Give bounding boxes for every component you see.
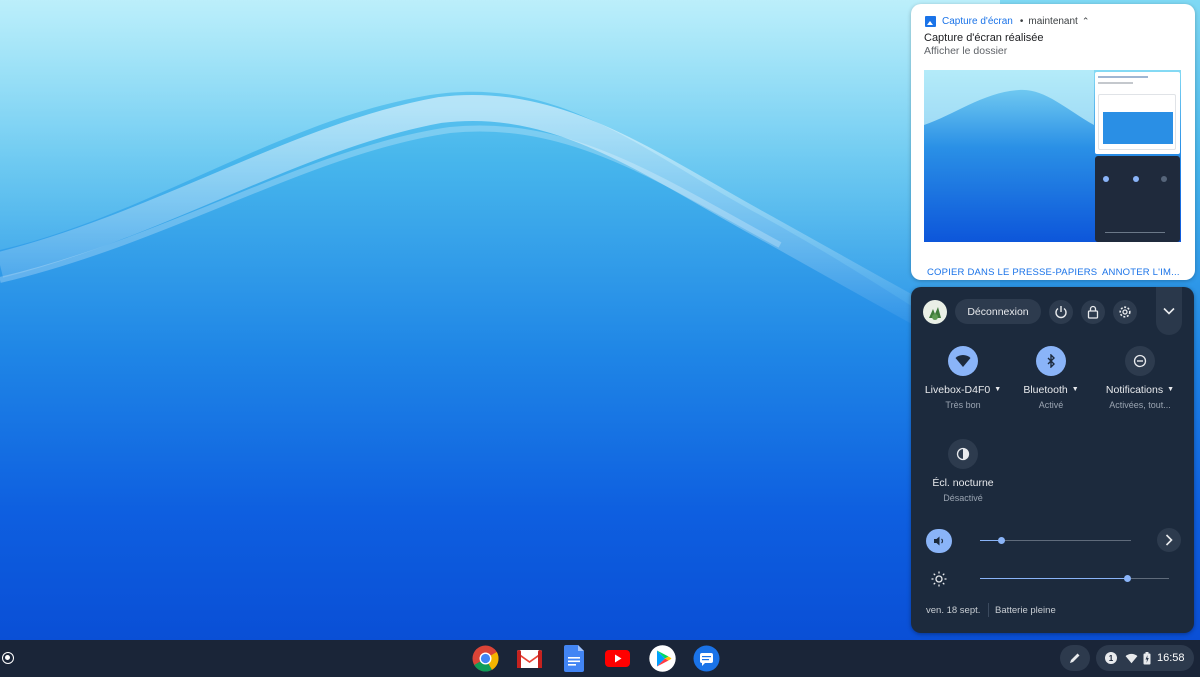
wifi-label[interactable]: Livebox-D4F0 ▼ xyxy=(913,384,1013,396)
notification-count-badge: 1 xyxy=(1105,652,1117,664)
status-tray[interactable]: 1 16:58 xyxy=(1096,645,1194,671)
notification-time: maintenant xyxy=(1028,16,1078,27)
do-not-disturb-icon xyxy=(1133,354,1147,368)
caret-down-icon: ▼ xyxy=(1167,386,1175,393)
night-light-label: Écl. nocturne xyxy=(932,477,994,489)
wifi-icon xyxy=(955,355,971,367)
bluetooth-name: Bluetooth xyxy=(1023,384,1068,396)
chrome-app-icon[interactable] xyxy=(472,645,499,672)
collapse-button[interactable] xyxy=(1156,287,1182,335)
night-light-tile[interactable]: Écl. nocturne Désactivé xyxy=(913,439,1013,503)
brightness-slider-handle[interactable] xyxy=(1124,575,1131,582)
night-light-toggle[interactable] xyxy=(948,439,978,469)
notifications-label[interactable]: Notifications ▼ xyxy=(1090,384,1190,396)
image-icon xyxy=(925,16,936,27)
caret-down-icon: ▼ xyxy=(1071,386,1079,393)
gear-icon xyxy=(1119,306,1131,318)
chevron-right-icon xyxy=(1165,534,1173,546)
bluetooth-tile[interactable]: Bluetooth ▼ Activé xyxy=(1001,346,1101,410)
docs-app-icon[interactable] xyxy=(560,645,587,672)
show-folder-link[interactable]: Afficher le dossier xyxy=(924,45,1007,57)
separator-dot: • xyxy=(1019,16,1024,27)
screenshot-thumbnail[interactable] xyxy=(924,70,1181,242)
bluetooth-icon xyxy=(1047,354,1055,368)
lock-icon xyxy=(1087,305,1099,319)
play-store-app-icon[interactable] xyxy=(649,645,676,672)
brightness-slider[interactable] xyxy=(980,575,1169,582)
stylus-tools-button[interactable] xyxy=(1060,645,1090,671)
notifications-tile[interactable]: Notifications ▼ Activées, tout... xyxy=(1090,346,1190,410)
battery-status[interactable]: Batterie pleine xyxy=(995,605,1056,616)
wifi-toggle[interactable] xyxy=(948,346,978,376)
avatar[interactable] xyxy=(923,300,947,324)
audio-settings-button[interactable] xyxy=(1157,528,1181,552)
power-icon xyxy=(1055,306,1067,319)
bluetooth-toggle[interactable] xyxy=(1036,346,1066,376)
sign-out-button[interactable]: Déconnexion xyxy=(955,299,1041,324)
volume-slider[interactable] xyxy=(980,537,1131,544)
notifications-status: Activées, tout... xyxy=(1109,400,1171,410)
wifi-network-name: Livebox-D4F0 xyxy=(924,384,991,396)
notification-title: Capture d'écran réalisée xyxy=(924,32,1044,44)
volume-slider-handle[interactable] xyxy=(998,537,1005,544)
date-label[interactable]: ven. 18 sept. xyxy=(926,605,980,616)
night-light-status: Désactivé xyxy=(943,493,983,503)
pen-icon xyxy=(1070,653,1080,663)
chevron-down-icon xyxy=(1163,307,1175,315)
brightness-slider-fill xyxy=(980,578,1127,579)
copy-to-clipboard-button[interactable]: COPIER DANS LE PRESSE-PAPIERS xyxy=(927,267,1097,278)
chevron-up-icon[interactable]: ⌃ xyxy=(1082,16,1090,27)
wifi-status: Très bon xyxy=(945,400,981,410)
volume-icon xyxy=(934,536,944,546)
screenshot-notification[interactable]: Capture d'écran • maintenant ⌃ Capture d… xyxy=(911,4,1195,280)
mute-button[interactable] xyxy=(926,529,952,553)
footer-divider xyxy=(988,603,989,617)
thumbnail-notification xyxy=(1095,72,1180,154)
wifi-tile[interactable]: Livebox-D4F0 ▼ Très bon xyxy=(913,346,1013,410)
clock: 16:58 xyxy=(1157,652,1185,664)
power-button[interactable] xyxy=(1049,300,1073,324)
notification-header: Capture d'écran • maintenant ⌃ xyxy=(925,16,1089,27)
lock-button[interactable] xyxy=(1081,300,1105,324)
wifi-icon xyxy=(1125,653,1138,663)
notifications-name: Notifications xyxy=(1105,384,1164,396)
launcher-button[interactable] xyxy=(2,652,14,664)
quick-settings-panel: Déconnexion Livebox-D4F0 ▼ Très bon Blue… xyxy=(911,287,1194,633)
youtube-app-icon[interactable] xyxy=(604,645,631,672)
settings-button[interactable] xyxy=(1113,300,1137,324)
thumbnail-quick-settings xyxy=(1095,156,1180,242)
annotate-image-button[interactable]: ANNOTER L'IM... xyxy=(1102,267,1180,278)
notification-actions: COPIER DANS LE PRESSE-PAPIERS ANNOTER L'… xyxy=(911,258,1195,280)
bluetooth-label[interactable]: Bluetooth ▼ xyxy=(1001,384,1101,396)
brightness-icon xyxy=(929,569,949,589)
bluetooth-status: Activé xyxy=(1038,400,1064,410)
messages-app-icon[interactable] xyxy=(693,645,720,672)
notifications-toggle[interactable] xyxy=(1125,346,1155,376)
battery-icon xyxy=(1143,651,1151,664)
gmail-app-icon[interactable] xyxy=(516,645,543,672)
notification-app-name: Capture d'écran xyxy=(942,16,1013,27)
night-light-icon xyxy=(956,447,970,461)
shelf xyxy=(0,640,1200,677)
